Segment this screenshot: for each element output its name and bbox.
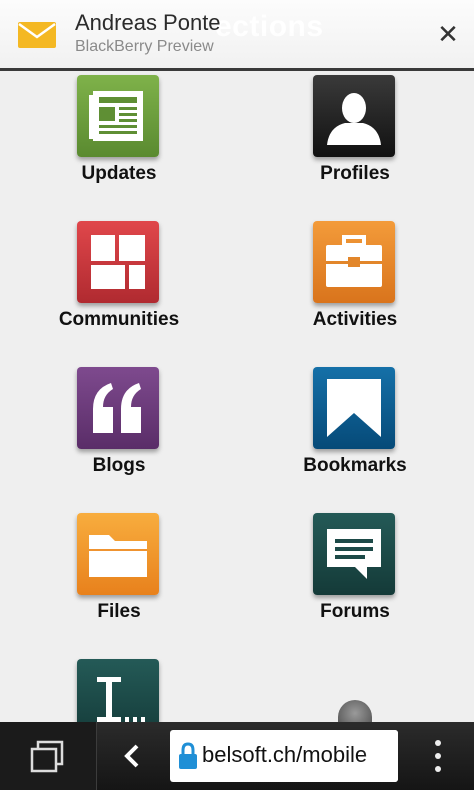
app-label-blogs: Blogs <box>92 455 146 476</box>
app-label-profiles: Profiles <box>320 163 390 184</box>
notification-source: BlackBerry Preview <box>75 38 214 55</box>
app-label-files: Files <box>97 601 141 622</box>
briefcase-icon <box>313 221 395 303</box>
tabs-button[interactable] <box>0 722 97 790</box>
menu-dot-icon <box>435 740 441 746</box>
tabs-icon <box>30 740 64 773</box>
app-tile-updates[interactable]: Updates <box>39 71 199 191</box>
app-tile-bookmarks[interactable]: Bookmarks <box>275 363 435 483</box>
menu-dot-icon <box>435 753 441 759</box>
mail-icon <box>18 22 56 48</box>
app-tile-forums[interactable]: Forums <box>275 509 435 629</box>
app-tile-partial[interactable] <box>39 655 199 723</box>
text-cursor-icon <box>77 659 159 723</box>
app-label-communities: Communities <box>58 309 180 330</box>
url-fade <box>362 730 398 782</box>
chevron-left-icon <box>124 744 139 768</box>
back-button[interactable] <box>112 736 152 776</box>
app-tile-blogs[interactable]: Blogs <box>39 363 199 483</box>
page-title-behind: ections <box>215 10 324 43</box>
lock-icon <box>179 742 197 769</box>
close-icon[interactable]: ✕ <box>430 16 466 52</box>
address-bar[interactable]: belsoft.ch/mobile <box>170 730 398 782</box>
app-label-forums: Forums <box>320 601 390 622</box>
person-icon <box>313 75 395 157</box>
app-tile-communities[interactable]: Communities <box>39 217 199 337</box>
notification-sender: Andreas Ponte <box>75 10 221 35</box>
menu-dot-icon <box>435 766 441 772</box>
app-grid: Updates Profiles Communities Activities … <box>0 71 474 723</box>
app-label-updates: Updates <box>81 163 157 184</box>
app-tile-files[interactable]: Files <box>39 509 199 629</box>
quote-icon <box>77 367 159 449</box>
app-label-activities: Activities <box>312 309 398 330</box>
blocks-icon <box>77 221 159 303</box>
newspaper-icon <box>77 75 159 157</box>
speech-bubble-icon <box>313 513 395 595</box>
overflow-menu-button[interactable] <box>422 732 454 780</box>
app-tile-profiles[interactable]: Profiles <box>275 71 435 191</box>
browser-bottom-bar: belsoft.ch/mobile <box>0 722 474 790</box>
notification-banner[interactable]: ections Andreas Ponte BlackBerry Preview… <box>0 0 474 68</box>
bookmark-icon <box>313 367 395 449</box>
url-text: belsoft.ch/mobile <box>202 742 368 767</box>
app-label-bookmarks: Bookmarks <box>303 455 407 476</box>
app-tile-activities[interactable]: Activities <box>275 217 435 337</box>
folder-icon <box>77 513 159 595</box>
